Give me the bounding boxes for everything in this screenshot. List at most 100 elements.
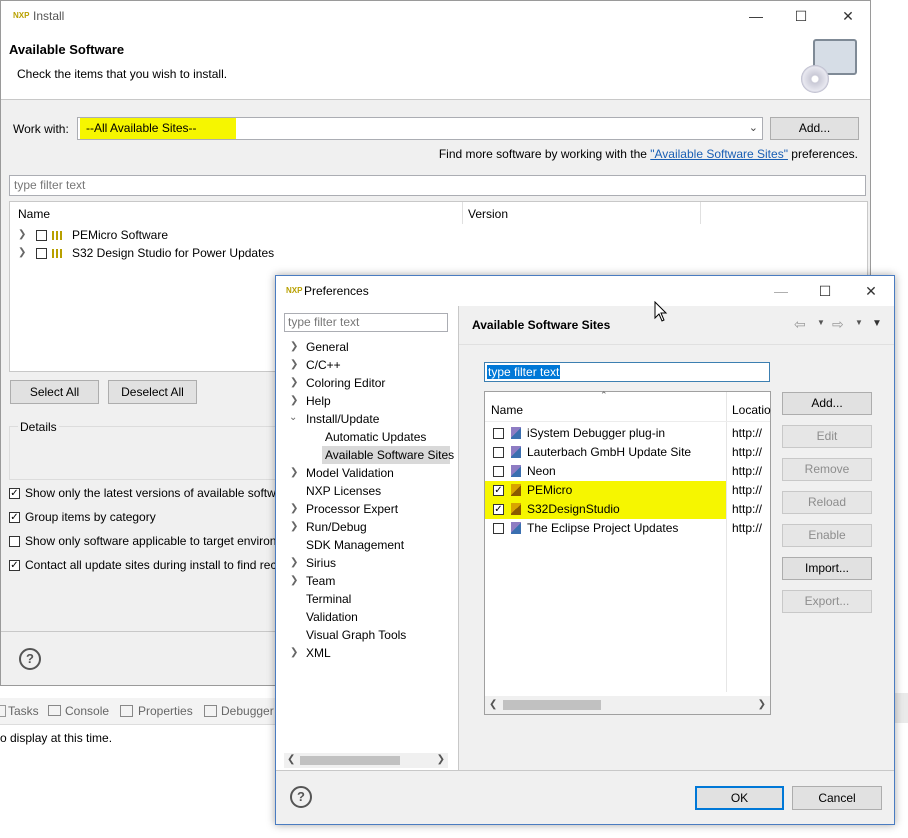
scroll-left-icon[interactable]: ❮ bbox=[287, 754, 295, 765]
checkbox[interactable] bbox=[493, 466, 504, 477]
tree-item[interactable]: SDK Management bbox=[276, 536, 454, 554]
checkbox[interactable]: ✓ bbox=[9, 512, 20, 523]
option-row[interactable]: ✓ Contact all update sites during instal… bbox=[9, 558, 279, 574]
close-button[interactable]: ✕ bbox=[833, 5, 863, 27]
table-row-highlighted[interactable]: ✓ S32DesignStudio bbox=[485, 500, 726, 519]
chevron-right-icon[interactable]: ❯ bbox=[290, 359, 298, 370]
maximize-button[interactable]: ☐ bbox=[786, 5, 816, 27]
work-with-combo[interactable]: --All Available Sites-- ⌄ bbox=[77, 117, 763, 140]
available-sites-link[interactable]: "Available Software Sites" bbox=[650, 147, 788, 161]
ok-button[interactable]: OK bbox=[695, 786, 784, 810]
tree-item[interactable]: Terminal bbox=[276, 590, 454, 608]
minimize-button[interactable]: — bbox=[741, 5, 771, 27]
export-sites-button[interactable]: Export... bbox=[782, 590, 872, 613]
checkbox[interactable]: ✓ bbox=[9, 560, 20, 571]
column-header-name[interactable]: Name bbox=[491, 403, 523, 417]
table-row[interactable]: Neon http:// bbox=[485, 462, 770, 481]
chevron-down-icon[interactable]: ⌄ bbox=[749, 121, 758, 136]
tree-item[interactable]: ❯ Processor Expert bbox=[276, 500, 454, 518]
chevron-right-icon[interactable]: ❯ bbox=[18, 229, 26, 240]
tab-debugger[interactable]: Debugger bbox=[221, 704, 274, 718]
checkbox[interactable]: ✓ bbox=[493, 485, 504, 496]
close-button[interactable]: ✕ bbox=[856, 280, 886, 302]
tree-item[interactable]: ❯ Team bbox=[276, 572, 454, 590]
remove-site-button[interactable]: Remove bbox=[782, 458, 872, 481]
help-icon[interactable]: ? bbox=[19, 648, 41, 670]
checkbox[interactable] bbox=[493, 447, 504, 458]
chevron-right-icon[interactable]: ❯ bbox=[18, 247, 26, 258]
work-with-add-button[interactable]: Add... bbox=[770, 117, 859, 140]
chevron-right-icon[interactable]: ❯ bbox=[290, 503, 298, 514]
tree-item[interactable]: ❯ XML bbox=[276, 644, 454, 662]
chevron-down-icon[interactable]: ▼ bbox=[817, 318, 825, 327]
checkbox[interactable]: ✓ bbox=[493, 504, 504, 515]
sites-filter-input[interactable]: type filter text bbox=[484, 362, 770, 382]
minimize-button[interactable]: — bbox=[766, 280, 796, 302]
cancel-button[interactable]: Cancel bbox=[792, 786, 882, 810]
column-header-location[interactable]: Locatio bbox=[732, 403, 771, 417]
chevron-down-icon[interactable]: ⌄ bbox=[289, 412, 297, 423]
maximize-button[interactable]: ☐ bbox=[810, 280, 840, 302]
tab-properties[interactable]: Properties bbox=[138, 704, 193, 718]
scroll-thumb[interactable] bbox=[503, 700, 601, 710]
scroll-left-icon[interactable]: ❮ bbox=[489, 699, 497, 710]
deselect-all-button[interactable]: Deselect All bbox=[108, 380, 197, 404]
column-header-version[interactable]: Version bbox=[468, 207, 508, 221]
chevron-right-icon[interactable]: ❯ bbox=[290, 395, 298, 406]
option-row[interactable]: ✓ Group items by category bbox=[9, 510, 279, 526]
table-row[interactable]: iSystem Debugger plug-in http:// bbox=[485, 424, 770, 443]
tree-item[interactable]: Validation bbox=[276, 608, 454, 626]
chevron-down-icon[interactable]: ▼ bbox=[855, 318, 863, 327]
list-item[interactable]: ❯ PEMicro Software bbox=[10, 227, 460, 245]
chevron-right-icon[interactable]: ❯ bbox=[290, 575, 298, 586]
tree-item-selected[interactable]: Available Software Sites bbox=[322, 446, 454, 464]
chevron-right-icon[interactable]: ❯ bbox=[290, 557, 298, 568]
tree-item[interactable]: ❯ Coloring Editor bbox=[276, 374, 454, 392]
select-all-button[interactable]: Select All bbox=[10, 380, 99, 404]
table-row[interactable]: The Eclipse Project Updates http:// bbox=[485, 519, 770, 538]
checkbox[interactable] bbox=[493, 428, 504, 439]
tab-tasks[interactable]: Tasks bbox=[8, 704, 39, 718]
help-icon[interactable]: ? bbox=[290, 786, 312, 808]
tree-item[interactable]: Visual Graph Tools bbox=[276, 626, 454, 644]
scroll-right-icon[interactable]: ❯ bbox=[758, 699, 766, 710]
forward-arrow-icon[interactable]: ⇨ bbox=[832, 316, 844, 333]
checkbox[interactable] bbox=[493, 523, 504, 534]
preferences-filter-input[interactable]: type filter text bbox=[284, 313, 448, 332]
nav-horizontal-scrollbar[interactable]: ❮ ❯ bbox=[284, 753, 448, 768]
chevron-right-icon[interactable]: ❯ bbox=[290, 341, 298, 352]
tree-item[interactable]: ❯ General bbox=[276, 338, 454, 356]
reload-site-button[interactable]: Reload bbox=[782, 491, 872, 514]
checkbox[interactable] bbox=[9, 536, 20, 547]
chevron-right-icon[interactable]: ❯ bbox=[290, 647, 298, 658]
view-menu-icon[interactable]: ▼ bbox=[872, 318, 882, 329]
enable-site-button[interactable]: Enable bbox=[782, 524, 872, 547]
option-row[interactable]: ✓ Show only the latest versions of avail… bbox=[9, 486, 282, 502]
tree-item[interactable]: ❯ Sirius bbox=[276, 554, 454, 572]
tree-item[interactable]: ❯ C/C++ bbox=[276, 356, 454, 374]
scroll-thumb[interactable] bbox=[300, 756, 400, 765]
chevron-right-icon[interactable]: ❯ bbox=[290, 521, 298, 532]
option-row[interactable]: Show only software applicable to target … bbox=[9, 534, 279, 550]
install-filter-input[interactable]: type filter text bbox=[9, 175, 866, 196]
column-header-name[interactable]: Name bbox=[18, 207, 50, 221]
tree-item[interactable]: ❯ Model Validation bbox=[276, 464, 454, 482]
table-row-highlighted[interactable]: ✓ PEMicro bbox=[485, 481, 726, 500]
sites-horizontal-scrollbar[interactable]: ❮ ❯ bbox=[485, 696, 770, 714]
tree-item[interactable]: Automatic Updates bbox=[276, 428, 454, 446]
chevron-right-icon[interactable]: ❯ bbox=[290, 467, 298, 478]
tree-item[interactable]: ❯ Help bbox=[276, 392, 454, 410]
tree-item[interactable]: ❯ Run/Debug bbox=[276, 518, 454, 536]
scroll-right-icon[interactable]: ❯ bbox=[437, 754, 445, 765]
back-arrow-icon[interactable]: ⇦ bbox=[794, 316, 806, 333]
checkbox[interactable] bbox=[36, 248, 47, 259]
tree-item[interactable]: NXP Licenses bbox=[276, 482, 454, 500]
add-site-button[interactable]: Add... bbox=[782, 392, 872, 415]
tab-console[interactable]: Console bbox=[65, 704, 109, 718]
tree-item[interactable]: ⌄ Install/Update bbox=[276, 410, 454, 428]
checkbox[interactable] bbox=[36, 230, 47, 241]
table-row[interactable]: Lauterbach GmbH Update Site http:// bbox=[485, 443, 770, 462]
list-item[interactable]: ❯ S32 Design Studio for Power Updates bbox=[10, 245, 460, 263]
chevron-right-icon[interactable]: ❯ bbox=[290, 377, 298, 388]
import-sites-button[interactable]: Import... bbox=[782, 557, 872, 580]
